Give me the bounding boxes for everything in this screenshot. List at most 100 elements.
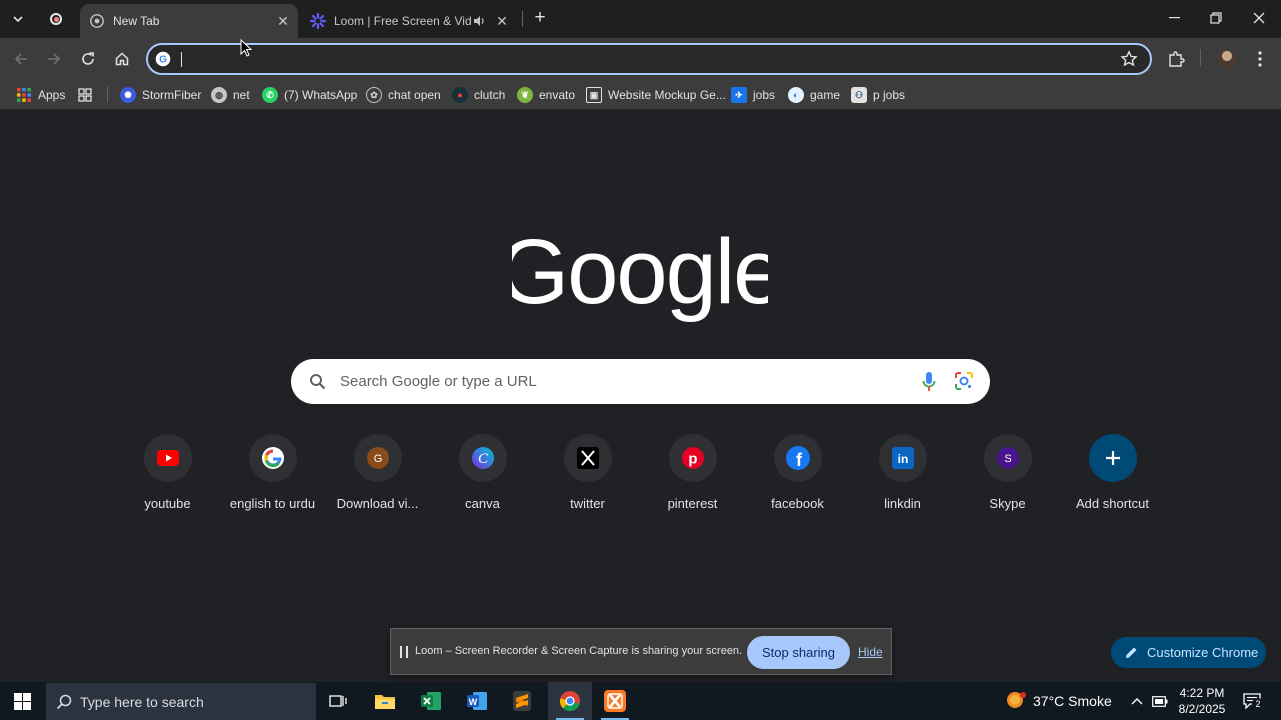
shortcut-pinterest[interactable]: p pinterest [640,434,745,524]
toolbar: G [0,38,1281,80]
plus-icon [1105,451,1120,465]
shortcut-label: facebook [771,496,824,511]
google-logo: Google [512,226,768,323]
bookmark-chat-open[interactable]: ✿ chat open [366,85,441,105]
chrome-icon [560,691,580,712]
bookmark-website-mockup[interactable]: ▣ Website Mockup Ge... [586,85,726,105]
bookmarks-separator [107,86,108,102]
bookmark-tab-groups[interactable] [77,85,99,105]
linkedin-icon: in [891,447,914,469]
stop-sharing-button[interactable]: Stop sharing [747,636,850,669]
bookmark-stormfiber[interactable]: ✺ StormFiber [120,85,201,105]
mouse-cursor-icon [240,39,252,57]
microphone-icon[interactable] [921,371,937,393]
shortcut-add[interactable]: Add shortcut [1060,434,1165,524]
weather-text: 37°C Smoke [1033,693,1112,709]
svg-text:p: p [688,451,697,468]
shortcut-skype[interactable]: S Skype [955,434,1060,524]
task-view-button[interactable] [316,682,360,720]
bookmark-star-icon[interactable] [1120,50,1138,68]
bookmark-p-jobs[interactable]: ⚇ p jobs [851,85,905,105]
globe-icon: ◍ [211,87,227,103]
extensions-button[interactable] [1165,48,1187,70]
show-hidden-icons-button[interactable] [1128,692,1146,710]
weather-smoke-icon [1007,692,1026,708]
chevron-down-icon [13,16,23,23]
bookmark-jobs[interactable]: ✈ jobs [731,85,775,105]
minimize-button[interactable] [1152,0,1196,36]
customize-chrome-button[interactable]: Customize Chrome [1111,637,1266,668]
restore-icon [1210,12,1222,24]
weather-widget[interactable]: 37°C Smoke [1003,688,1112,714]
taskbar-excel[interactable] [409,682,453,720]
ntp-search-box[interactable]: Search Google or type a URL [291,359,990,404]
openai-icon: ✿ [366,87,382,103]
bookmark-net[interactable]: ◍ net [211,85,250,105]
shortcut-download-video[interactable]: G Download vi... [325,434,430,524]
system-clock[interactable]: 4:22 PM 8/2/2025 [1174,685,1230,717]
google-lens-icon[interactable] [954,371,974,391]
taskbar-word[interactable]: W [455,682,499,720]
bookmark-apps[interactable]: Apps [16,85,65,105]
taskbar-chrome[interactable] [548,682,592,720]
taskbar-search[interactable]: Type here to search [46,683,316,720]
tab-new-tab[interactable]: New Tab ✕ [80,4,298,38]
text-caret [181,52,182,67]
tab-separator [522,11,523,27]
taskbar-xampp[interactable] [593,682,637,720]
shortcut-tile [143,434,192,482]
shortcuts-grid: youtube english to urdu G Download vi...… [115,434,1166,524]
bookmark-label: envato [539,88,576,102]
shortcut-tile: S [983,434,1032,482]
bookmark-game[interactable]: ◐ game [788,85,840,105]
taskbar-file-explorer[interactable] [363,682,407,720]
taskbar-sublime[interactable] [500,682,544,720]
notification-count: 2 [1252,698,1264,710]
shortcut-linkedin[interactable]: in linkdin [850,434,955,524]
svg-text:C: C [477,451,488,467]
forward-button[interactable] [41,46,67,72]
close-tab-icon[interactable]: ✕ [493,12,511,30]
stormfiber-icon: ✺ [120,87,136,103]
new-tab-button[interactable]: + [530,7,550,28]
restore-button[interactable] [1194,0,1238,36]
shortcut-label: canva [465,496,500,511]
shortcut-english-to-urdu[interactable]: english to urdu [220,434,325,524]
notification-center-button[interactable]: 2 [1240,690,1264,712]
whatsapp-icon: ✆ [262,87,278,103]
speaker-icon[interactable] [471,15,487,27]
taskbar-search-placeholder: Type here to search [80,693,204,710]
bookmark-whatsapp[interactable]: ✆ (7) WhatsApp [262,85,357,105]
bookmark-clutch[interactable]: ● clutch [452,85,505,105]
shortcut-youtube[interactable]: youtube [115,434,220,524]
shortcut-canva[interactable]: C canva [430,434,535,524]
apps-grid-icon [16,87,32,103]
start-button[interactable] [0,682,44,720]
close-window-button[interactable] [1237,0,1281,36]
battery-tray[interactable] [1151,692,1169,710]
back-button[interactable] [8,46,34,72]
close-tab-icon[interactable]: ✕ [274,12,292,30]
mockup-icon: ▣ [586,87,602,103]
tab-search-button[interactable] [6,7,30,31]
bookmark-envato[interactable]: ❦ envato [517,85,575,105]
clock-date: 8/2/2025 [1178,702,1226,716]
shortcut-facebook[interactable]: f facebook [745,434,850,524]
shortcut-twitter[interactable]: twitter [535,434,640,524]
svg-text:Google: Google [512,226,768,323]
excel-icon [421,692,441,710]
profile-avatar[interactable] [1217,49,1237,69]
home-button[interactable] [109,46,135,72]
reload-button[interactable] [75,46,101,72]
recording-tab[interactable] [44,8,68,30]
hide-link[interactable]: Hide [858,645,883,659]
bookmarks-bar: Apps ✺ StormFiber ◍ net ✆ (7) WhatsApp ✿… [0,80,1281,110]
tab-loom[interactable]: Loom | Free Screen & Video Recording Sof… [302,4,522,38]
menu-button[interactable] [1249,48,1271,70]
shortcut-tile [248,434,297,482]
canva-icon: C [471,447,494,469]
x-icon [576,447,599,469]
xampp-icon [604,690,626,712]
address-bar[interactable]: G [146,43,1152,75]
screen-share-bar: Loom – Screen Recorder & Screen Capture … [390,628,892,675]
